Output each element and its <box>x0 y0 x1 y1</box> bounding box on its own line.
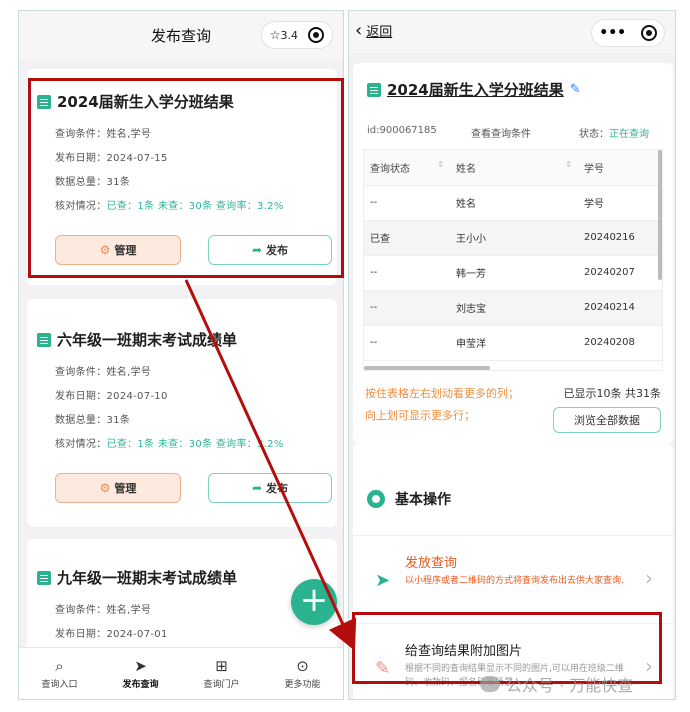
wechat-logo-icon <box>480 676 500 692</box>
annotation-arrow <box>184 279 357 651</box>
watermark: 公众号 · 万能快查 <box>480 672 633 696</box>
screenshot-frame: 发布查询 ☆3.4 2024届新生入学分班结果 查询条件：姓名,学号 发布日期：… <box>0 0 690 712</box>
